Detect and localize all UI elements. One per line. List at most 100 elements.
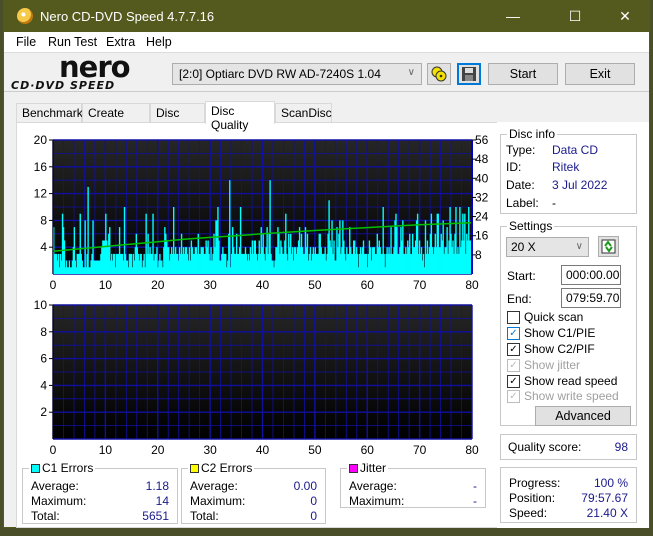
refresh-icon	[601, 239, 616, 254]
advanced-button[interactable]: Advanced	[535, 406, 631, 426]
c1-total-label: Total:	[31, 509, 60, 523]
y-right-tick-label: 16	[475, 229, 489, 243]
disc-quality-panel: 4 8 12 16 20 8 16 24 32 40 48 56 0 10 20 30 40 50 60 70 80 2…	[16, 122, 498, 528]
exit-button[interactable]: Exit	[565, 63, 635, 85]
jitter-group: Jitter Average: - Maximum: -	[340, 461, 486, 508]
x-tick-label: 10	[99, 443, 113, 457]
cd-dvd-speed-logo: CD·DVD SPEED	[11, 79, 116, 92]
tab-benchmark[interactable]: Benchmark	[16, 103, 83, 123]
x-tick-label: 20	[151, 443, 165, 457]
maximize-button[interactable]: ☐	[552, 1, 598, 32]
y-tick-label: 16	[34, 160, 48, 174]
progress-group: Progress: 100 % Position: 79:57.67 Speed: 2…	[500, 467, 637, 523]
x-tick-label: 0	[50, 443, 57, 457]
y-tick-label: 20	[34, 133, 48, 147]
jitter-average-label: Average:	[349, 479, 397, 493]
speed-select[interactable]: 20 X ∨	[506, 237, 589, 257]
y-right-tick-label: 40	[475, 171, 489, 185]
menu-extra[interactable]: Extra	[106, 35, 135, 49]
c2-average-row: Average: 0.00	[190, 479, 317, 494]
c2-maximum-label: Maximum:	[190, 494, 246, 508]
save-button[interactable]	[457, 63, 481, 85]
checkbox-label: Show C1/PIE	[524, 326, 596, 340]
checkbox-label: Show write speed	[524, 389, 619, 403]
c1-error-bar	[84, 220, 86, 274]
minimize-button[interactable]: —	[490, 1, 536, 32]
c1-color-swatch	[31, 464, 40, 473]
c1-total-row: Total: 5651	[31, 509, 169, 524]
settings-group: Settings 20 X ∨ Start: 000:00.00 End: 07…	[500, 219, 637, 426]
y-tick-label: 2	[40, 405, 47, 419]
checkmark-icon: ✓	[507, 390, 520, 403]
jitter-legend: Jitter	[347, 461, 389, 475]
speed-select-value: 20 X	[511, 240, 536, 254]
y-tick-label: 8	[40, 213, 47, 227]
y-tick-label: 8	[40, 325, 47, 339]
c1-error-bar	[229, 180, 231, 274]
disc-label-row: Label: -	[506, 196, 628, 211]
y-tick-label: 4	[40, 240, 47, 254]
disc-type-label: Type:	[506, 143, 536, 157]
tab-disc-quality[interactable]: Disc Quality	[205, 101, 275, 132]
start-input[interactable]: 000:00.00	[561, 265, 621, 285]
tab-scandisc[interactable]: ScanDisc	[275, 103, 332, 123]
drive-select[interactable]: [2:0] Optiarc DVD RW AD-7240S 1.04 ∨	[172, 63, 422, 85]
x-tick-label: 0	[50, 278, 57, 292]
progress-value: 100 %	[593, 476, 628, 490]
checkbox-box	[507, 311, 520, 324]
x-tick-label: 60	[361, 278, 375, 292]
menu-file[interactable]: File	[16, 35, 36, 49]
checkmark-icon: ✓	[507, 327, 520, 340]
end-input[interactable]: 079:59.70	[561, 288, 621, 308]
c2-color-swatch	[190, 464, 199, 473]
drive-info-button[interactable]	[427, 63, 451, 85]
quality-score-value: 98	[614, 440, 628, 454]
tab-disc-info[interactable]: Disc Info	[150, 103, 205, 134]
quality-score-group: Quality score: 98	[500, 434, 637, 460]
jitter-average-value: -	[473, 479, 477, 493]
y-right-tick-label: 24	[475, 210, 489, 224]
c1-average-label: Average:	[31, 479, 79, 493]
c1-average-value: 1.18	[145, 479, 169, 493]
speed-value: 21.40 X	[586, 506, 628, 520]
position-value: 79:57.67	[581, 491, 628, 505]
start-button[interactable]: Start	[488, 63, 558, 85]
c1-errors-title: C1 Errors	[42, 461, 94, 475]
c2-total-row: Total: 0	[190, 509, 317, 524]
c2-maximum-value: 0	[310, 494, 317, 508]
refresh-speed-button[interactable]	[598, 236, 619, 257]
c2-total-value: 0	[310, 509, 317, 523]
c1-errors-chart: 4812162081624324048560 10 20 30 40 50 60 70 80	[34, 133, 489, 292]
c2-average-value: 0.00	[293, 479, 317, 493]
chevron-down-icon: ∨	[407, 67, 415, 78]
x-tick-label: 30	[203, 443, 217, 457]
menu-run-test[interactable]: Run Test	[48, 35, 97, 49]
tab-create-disc[interactable]: Create Disc	[82, 103, 150, 134]
c2-errors-title: C2 Errors	[201, 461, 253, 475]
c2-errors-group: C2 Errors Average: 0.00 Maximum: 0 Total: 0	[181, 461, 326, 524]
disc-date-value: 3 Jul 2022	[552, 178, 608, 192]
x-tick-label: 80	[465, 443, 479, 457]
app-window: Nero CD-DVD Speed 4.7.7.16 — ☐ ✕ File Ru…	[3, 0, 650, 528]
side-panel: Disc info Type: Data CD ID: Ritek Date: 3 J…	[497, 122, 649, 528]
floppy-disk-icon	[462, 67, 476, 81]
close-button[interactable]: ✕	[602, 1, 648, 32]
jitter-maximum-value: -	[473, 494, 477, 508]
app-disc-icon	[17, 8, 33, 24]
checkbox-label: Show jitter	[524, 358, 581, 372]
y-tick-label: 4	[40, 378, 47, 392]
speed-row: Speed: 21.40 X	[509, 506, 628, 521]
x-tick-label: 80	[465, 278, 479, 292]
jitter-title: Jitter	[360, 461, 387, 475]
c1-error-bar	[87, 186, 89, 274]
title-bar: Nero CD-DVD Speed 4.7.7.16 — ☐ ✕	[4, 1, 649, 32]
x-tick-label: 40	[256, 443, 270, 457]
checkbox-label: Quick scan	[524, 310, 584, 324]
y-right-tick-label: 8	[475, 248, 482, 262]
jitter-average-row: Average: -	[349, 479, 477, 494]
x-tick-label: 20	[151, 278, 165, 292]
c1-average-row: Average: 1.18	[31, 479, 169, 494]
x-tick-label: 70	[413, 443, 427, 457]
c2-average-label: Average:	[190, 479, 238, 493]
menu-help[interactable]: Help	[146, 35, 172, 49]
